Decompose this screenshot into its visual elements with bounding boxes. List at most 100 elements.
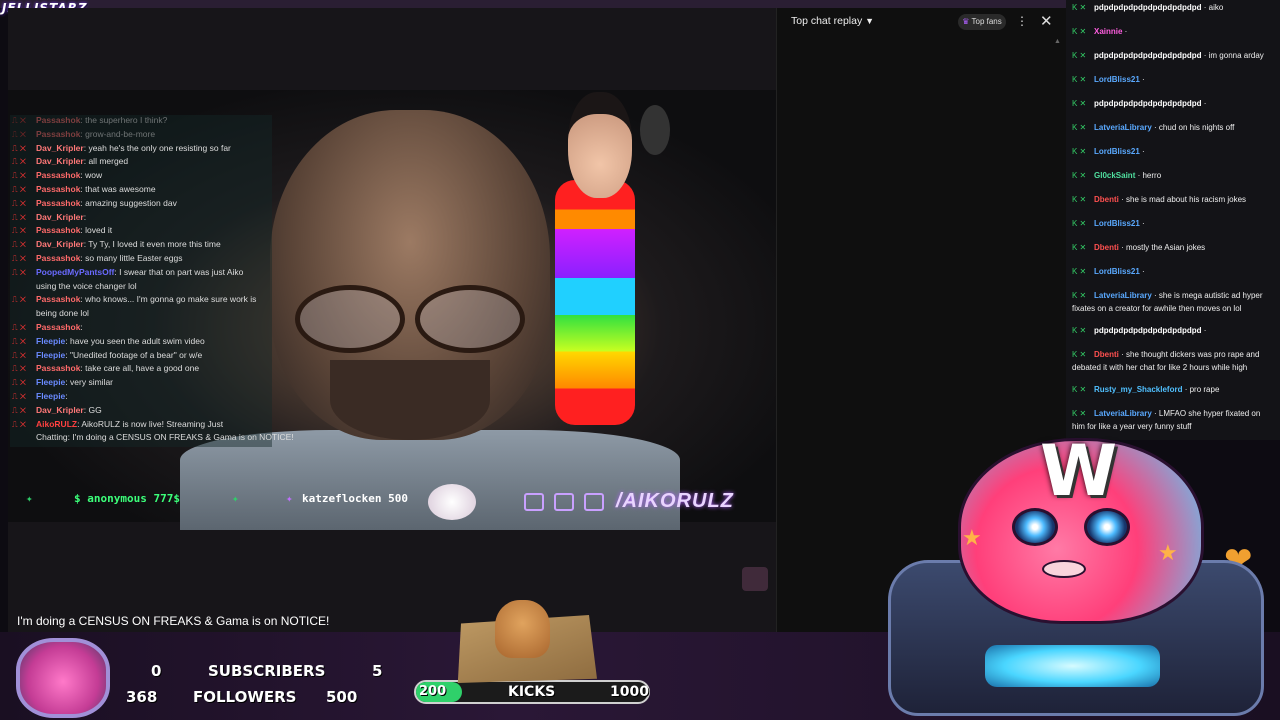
ticker-anonymous: $ anonymous 777$ <box>74 492 180 505</box>
chat-message: GG <box>88 404 102 415</box>
chat-username[interactable]: pdpdpdpdpdpdpdpdpdpdpd <box>1094 51 1202 60</box>
chat-username: Fleepie <box>36 391 66 401</box>
chat-message: grow-and-be-more <box>85 128 156 139</box>
kicks-goal: 1000 <box>610 684 649 700</box>
chat-username: Dav_Kripler <box>36 404 84 415</box>
kick-badge-icon: K ✕ <box>1072 267 1087 276</box>
overlay-chat-row: ⎍ ✕ Dav_Kripler: all merged <box>12 156 282 167</box>
chat-separator: : <box>83 211 87 222</box>
chat-username[interactable]: pdpdpdpdpdpdpdpdpdpdpd <box>1094 99 1202 108</box>
chat-username[interactable]: LatveriaLibrary <box>1094 123 1152 132</box>
chat-username[interactable]: Xainnie <box>1094 27 1122 36</box>
mascot-left-eye <box>1012 508 1058 546</box>
chat-message: so many little Easter eggs <box>85 253 183 263</box>
chat-separator: · <box>1139 147 1145 156</box>
cat-sticker-icon <box>428 484 476 520</box>
chat-username[interactable]: LordBliss21 <box>1094 75 1140 84</box>
overlay-chat-row: ⎍ ✕ Fleepie: "Unedited footage of a bear"… <box>12 350 282 361</box>
kick-badge-icon: K ✕ <box>1072 51 1087 60</box>
subs-goal: 5 <box>372 662 383 680</box>
chat-username[interactable]: LordBliss21 <box>1094 219 1140 228</box>
chat-username[interactable]: LatveriaLibrary <box>1094 291 1152 300</box>
star-icon: ★ <box>962 525 982 550</box>
top-fans-button[interactable]: ♛ Top fans <box>958 14 1006 30</box>
chat-message: using the voice changer lol <box>36 280 137 291</box>
youtube-icon[interactable] <box>554 493 574 511</box>
chat-replay-dropdown[interactable]: Top chat replay ▼ <box>791 15 874 27</box>
more-options-icon[interactable]: ⋮ <box>1016 14 1028 28</box>
platform-icon: ⎍ ✕ <box>12 198 26 208</box>
chat-username[interactable]: Dbenti <box>1094 195 1119 204</box>
mascot-right-eye <box>1084 508 1130 546</box>
platform-icon: ⎍ ✕ <box>12 378 26 388</box>
chat-message: the superhero I think? <box>85 115 168 125</box>
chat-username: Passashok <box>36 184 81 194</box>
chat-row: K ✕ pdpdpdpdpdpdpdpdpdpdpd · <box>1072 325 1272 338</box>
kick-badge-icon: K ✕ <box>1072 219 1087 228</box>
chat-username: Passashok <box>36 170 81 181</box>
chat-username[interactable]: LordBliss21 <box>1094 267 1140 276</box>
overlay-chat-row: ⎍ ✕ Fleepie: have you seen the adult swim… <box>12 336 282 347</box>
kicks-current: 200 <box>419 684 447 699</box>
chat-username[interactable]: LordBliss21 <box>1094 147 1140 156</box>
chat-username: Passashok <box>36 322 81 332</box>
platform-icon: ⎍ ✕ <box>12 171 26 181</box>
chat-replay-title: Top chat replay <box>791 15 863 27</box>
kick-badge-icon: K ✕ <box>1072 409 1087 418</box>
twitter-icon[interactable] <box>524 493 544 511</box>
chat-username: Passashok <box>36 128 81 139</box>
chat-message: I swear that on part was just Aiko <box>119 266 244 277</box>
sparkle-icon: ✦ <box>286 492 293 505</box>
kick-badge-icon: K ✕ <box>1072 99 1087 108</box>
chat-username[interactable]: LatveriaLibrary <box>1094 409 1152 418</box>
chat-separator: · <box>1201 51 1209 60</box>
chat-message: have you seen the adult swim video <box>70 335 205 346</box>
chat-username: Dav_Kripler <box>36 142 84 153</box>
chat-message: all merged <box>88 156 129 167</box>
chevron-down-icon: ▼ <box>865 16 875 26</box>
chat-username[interactable]: pdpdpdpdpdpdpdpdpdpdpd <box>1094 3 1202 12</box>
overlay-chat-row: ⎍ ✕ Passashok: take care all, have a good… <box>12 363 282 374</box>
chat-message: loved it <box>85 225 113 236</box>
chat-message: Ty Ty, I loved it even more this time <box>88 239 221 250</box>
kick-badge-icon: K ✕ <box>1072 27 1087 36</box>
chat-username[interactable]: pdpdpdpdpdpdpdpdpdpdpd <box>1094 326 1202 335</box>
crown-icon: ♛ <box>962 17 970 26</box>
overlay-chat-row: ⎍ ✕ Fleepie: <box>12 391 282 402</box>
chat-username: Passashok <box>36 225 81 236</box>
chat-row: K ✕ Gl0ckSaint · herro <box>1072 170 1272 183</box>
kick-badge-icon: K ✕ <box>1072 291 1087 300</box>
chat-username[interactable]: Dbenti <box>1094 350 1119 359</box>
chat-username: Passashok <box>36 363 81 374</box>
kick-badge-icon: K ✕ <box>1072 123 1087 132</box>
chat-row: K ✕ LatveriaLibrary · she is mega autisti… <box>1072 290 1272 315</box>
scroll-up-icon[interactable]: ▲ <box>1054 38 1061 45</box>
twitch-icon[interactable] <box>584 493 604 511</box>
chat-username[interactable]: Rusty_my_Shackleford <box>1094 385 1182 394</box>
overlay-chat-row: ⎍ ✕ Passashok: who knows... I'm gonna go … <box>12 294 282 305</box>
chat-row: K ✕ Dbenti · she is mad about his racism … <box>1072 194 1272 207</box>
overlay-chat-row: being done lol <box>12 308 282 318</box>
channel-avatar-icon[interactable] <box>742 567 768 591</box>
overlay-chat-row: ⎍ ✕ Passashok: grow-and-be-more <box>12 129 282 140</box>
chat-separator: · <box>1151 123 1159 132</box>
chat-row: K ✕ pdpdpdpdpdpdpdpdpdpdpd · <box>1072 98 1272 111</box>
chat-message: being done lol <box>36 308 89 319</box>
chat-row: K ✕ LordBliss21 · <box>1072 218 1272 231</box>
chat-message: wow <box>85 170 103 181</box>
kick-badge-icon: K ✕ <box>1072 243 1087 252</box>
chat-username[interactable]: Dbenti <box>1094 243 1119 252</box>
streamer-beard <box>330 360 490 440</box>
close-icon[interactable]: ✕ <box>1040 12 1053 30</box>
chat-message: who knows... I'm gonna go make sure work… <box>85 294 257 305</box>
glasses <box>285 285 525 353</box>
chat-username[interactable]: Gl0ckSaint <box>1094 171 1135 180</box>
overlay-chat-row: ⎍ ✕ Dav_Kripler: Ty Ty, I loved it even m… <box>12 239 282 250</box>
chat-row: K ✕ LordBliss21 · <box>1072 74 1272 87</box>
chat-username: Passashok <box>36 197 81 208</box>
chat-message: yeah he's the only one resisting so far <box>88 142 231 153</box>
chat-message: take care all, have a good one <box>85 363 200 374</box>
chat-separator: · <box>1118 350 1126 359</box>
overlay-chat-row: ⎍ ✕ Dav_Kripler: GG <box>12 405 282 416</box>
kick-badge-icon: K ✕ <box>1072 171 1087 180</box>
